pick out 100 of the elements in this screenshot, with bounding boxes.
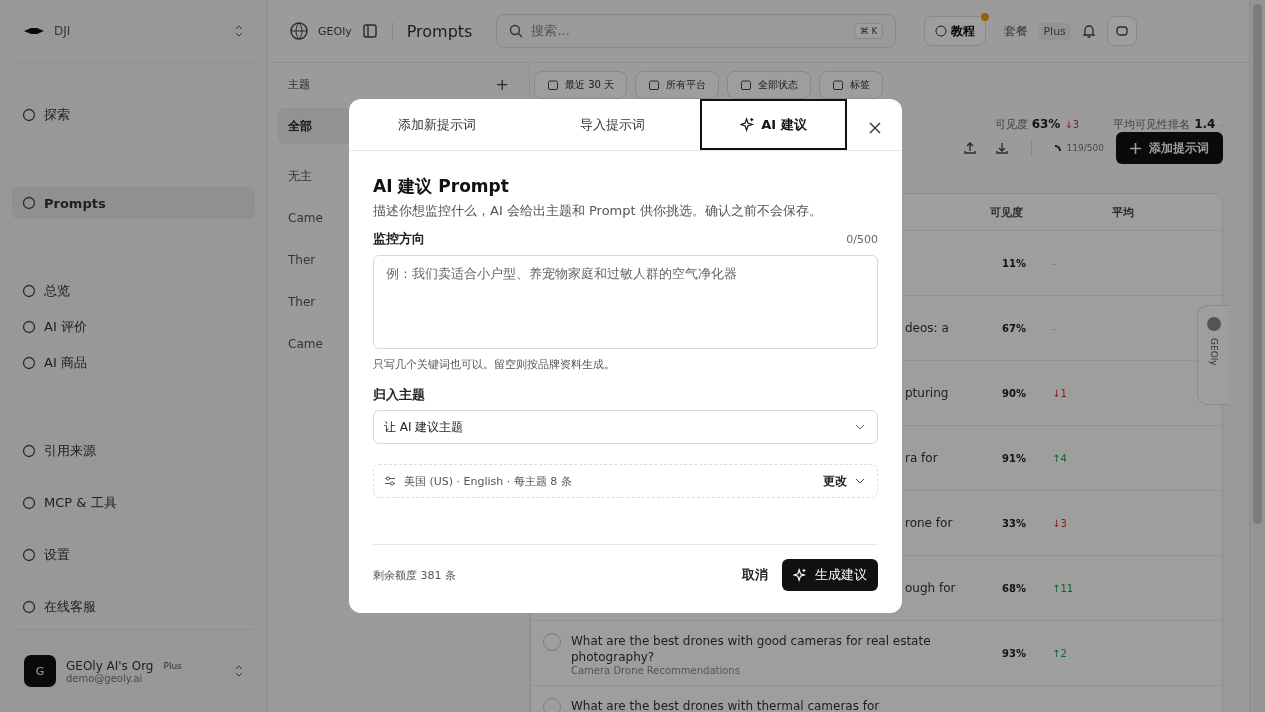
brand-name: GEOly bbox=[318, 24, 352, 38]
nav-icon bbox=[22, 600, 36, 614]
nav-icon bbox=[22, 496, 36, 510]
nav-icon bbox=[22, 284, 36, 298]
trend-value: ↑11 bbox=[1052, 582, 1074, 594]
nav-icon bbox=[22, 196, 36, 210]
nav-item[interactable]: AI 评价 bbox=[12, 311, 255, 343]
nav-item[interactable]: 探索 bbox=[12, 99, 255, 131]
globe-logo-icon bbox=[290, 22, 308, 40]
nav-item[interactable]: 在线客服 bbox=[12, 591, 255, 623]
visibility-value: 91% bbox=[1001, 452, 1027, 464]
trend-value: - bbox=[1052, 322, 1056, 334]
chevron-updown-icon[interactable] bbox=[235, 25, 243, 37]
trend-value: - bbox=[1052, 257, 1056, 269]
dialog-description: 描述你想监控什么，AI 会给出主题和 Prompt 供你挑选。确认之前不会保存。 bbox=[373, 202, 823, 220]
search-icon bbox=[509, 24, 524, 38]
plan-label: Plus bbox=[163, 660, 182, 671]
progress-ring-icon bbox=[1053, 144, 1061, 152]
prompt-text[interactable]: What are the best drones with thermal cameras for bbox=[571, 698, 880, 712]
nav-item[interactable]: AI 商品 bbox=[12, 347, 255, 379]
download-icon[interactable] bbox=[994, 141, 1009, 155]
search-field[interactable]: 搜索... ⌘ K bbox=[496, 14, 897, 48]
column-header: 平均 bbox=[1111, 204, 1135, 220]
field-label: 归入主题 bbox=[373, 386, 426, 404]
settings-summary: 美国 (US) · English · 每主题 8 条 bbox=[404, 473, 572, 489]
filter-dropdown[interactable]: 全部状态 bbox=[727, 71, 812, 99]
drone-logo-icon bbox=[24, 26, 44, 36]
trend-value: ↑2 bbox=[1052, 647, 1067, 659]
sparkle-icon bbox=[740, 117, 756, 132]
bell-icon[interactable] bbox=[1080, 23, 1097, 39]
plus-icon bbox=[1130, 142, 1141, 154]
field-hint: 只写几个关键词也可以。留空则按品牌资料生成。 bbox=[373, 357, 616, 372]
prompt-text[interactable]: pturing bbox=[905, 384, 949, 402]
nav-icon bbox=[22, 320, 36, 334]
nav-item[interactable]: 总览 bbox=[12, 275, 255, 307]
nav-item[interactable]: 引用来源 bbox=[12, 435, 255, 467]
filter-dropdown[interactable]: 标签 bbox=[819, 71, 884, 99]
workspace-name[interactable]: DJI bbox=[54, 24, 71, 38]
visibility-value: 33% bbox=[1001, 517, 1027, 529]
remaining-quota: 剩余额度 381 条 bbox=[373, 567, 456, 583]
prompt-text[interactable]: rone for bbox=[905, 514, 953, 532]
dialog-tab[interactable]: 添加新提示词 bbox=[349, 99, 524, 150]
nav-item[interactable]: Prompts bbox=[12, 187, 255, 219]
stat-change: ↓3 bbox=[1064, 119, 1080, 130]
page-title: Prompts bbox=[406, 21, 473, 41]
prompt-text[interactable]: ra for bbox=[905, 449, 938, 467]
shortcut-hint: ⌘ K bbox=[853, 23, 884, 39]
nav-icon bbox=[22, 444, 36, 458]
trend-value: ↓1 bbox=[1052, 387, 1067, 399]
stat-value: 1.4 bbox=[1194, 117, 1216, 131]
side-tab[interactable]: GEOly bbox=[1197, 305, 1229, 405]
upload-icon[interactable] bbox=[962, 141, 977, 155]
chevron-updown-icon[interactable] bbox=[235, 665, 243, 677]
chat-button[interactable] bbox=[1106, 16, 1137, 46]
nav-icon bbox=[22, 108, 36, 122]
visibility-value: 11% bbox=[1001, 257, 1027, 269]
filter-dropdown[interactable]: 最近 30 天 bbox=[534, 71, 628, 99]
trend-value: ↑4 bbox=[1052, 452, 1067, 464]
account-email: demo@geoly.ai bbox=[66, 672, 143, 684]
nav-item[interactable]: 设置 bbox=[12, 539, 255, 571]
generate-button[interactable]: 生成建议 bbox=[782, 559, 878, 591]
tutorial-button[interactable]: 教程 bbox=[924, 16, 987, 46]
org-avatar[interactable]: G bbox=[24, 655, 56, 687]
prompt-text[interactable]: What are the best drones with good cameras for real estate photography? bbox=[571, 633, 951, 666]
stat-change: - bbox=[1219, 119, 1223, 130]
dialog-tab[interactable]: 导入提示词 bbox=[524, 99, 700, 150]
search-placeholder: 搜索... bbox=[531, 22, 570, 40]
sidebar-toggle-icon[interactable] bbox=[361, 23, 378, 39]
quota-count: 119/500 bbox=[1066, 143, 1104, 153]
visibility-value: 67% bbox=[1001, 322, 1027, 334]
sliders-icon bbox=[384, 475, 396, 487]
field-label: 监控方向 bbox=[373, 230, 425, 248]
org-name: GEOly AI's Org bbox=[66, 658, 154, 673]
plan-badge: Plus bbox=[1038, 22, 1071, 40]
topic-select[interactable]: 让 AI 建议主题 bbox=[373, 410, 878, 444]
side-tab-label: GEOly bbox=[1208, 338, 1219, 366]
monitoring-input[interactable]: 例：我们卖适合小户型、养宠物家庭和过敏人群的空气净化器 bbox=[373, 255, 878, 349]
topic-label: Camera Drone Recommendations bbox=[571, 665, 741, 677]
nav-icon bbox=[22, 548, 36, 562]
cancel-button[interactable]: 取消 bbox=[742, 566, 768, 584]
dialog-tab[interactable]: AI 建议 bbox=[700, 99, 847, 150]
plan-label: 套餐 bbox=[1004, 22, 1029, 40]
stat-label: 可见度 bbox=[994, 117, 1028, 132]
scrollbar[interactable] bbox=[1249, 0, 1265, 712]
prompt-text[interactable]: ough for bbox=[905, 579, 956, 597]
chevron-down-icon bbox=[855, 478, 865, 484]
topics-title: 主题 bbox=[288, 77, 310, 92]
add-prompt-button[interactable]: 添加提示词 bbox=[1116, 132, 1223, 164]
visibility-value: 93% bbox=[1001, 647, 1027, 659]
trend-value: ↓3 bbox=[1052, 517, 1067, 529]
circle-icon bbox=[935, 25, 948, 37]
prompt-text[interactable]: deos: a bbox=[905, 319, 949, 337]
chevron-down-icon bbox=[855, 424, 865, 430]
add-topic-button[interactable]: + bbox=[495, 75, 509, 94]
notification-dot bbox=[981, 13, 990, 21]
circle-icon bbox=[1205, 316, 1222, 332]
stat-label: 平均可见性排名 bbox=[1113, 117, 1191, 132]
change-button[interactable]: 更改 bbox=[823, 472, 865, 490]
filter-dropdown[interactable]: 所有平台 bbox=[635, 71, 720, 99]
nav-item[interactable]: MCP & 工具 bbox=[12, 487, 255, 519]
